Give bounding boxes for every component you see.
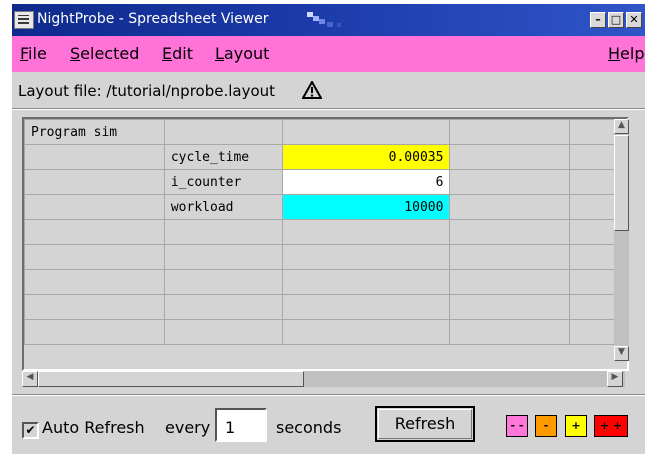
window-title: NightProbe - Spreadsheet Viewer xyxy=(37,11,269,27)
title-bar[interactable]: NightProbe - Spreadsheet Viewer – □ ✕ xyxy=(12,4,645,36)
nightprobe-window: NightProbe - Spreadsheet Viewer – □ ✕ Fi… xyxy=(0,0,645,454)
maximize-button[interactable]: □ xyxy=(608,12,624,28)
menu-help[interactable]: Help xyxy=(608,44,644,63)
table-cell[interactable] xyxy=(24,169,165,195)
app-icon[interactable] xyxy=(14,11,34,29)
table-cell[interactable] xyxy=(449,244,571,270)
scroll-down-button[interactable]: ▼ xyxy=(614,346,629,361)
seconds-label: seconds xyxy=(276,418,342,437)
decrease-more-button[interactable]: - - xyxy=(506,415,528,437)
table-cell[interactable] xyxy=(449,269,571,295)
table-cell[interactable] xyxy=(163,119,283,145)
menu-selected[interactable]: Selected xyxy=(70,44,139,63)
table-cell[interactable] xyxy=(281,269,451,295)
table-cell[interactable] xyxy=(24,244,165,270)
table-cell[interactable] xyxy=(449,319,571,345)
menu-layout-hotkey: L xyxy=(215,44,224,63)
warning-icon xyxy=(302,81,322,99)
increase-button[interactable]: + xyxy=(565,415,587,437)
table-cell[interactable] xyxy=(449,119,571,145)
vertical-scrollbar[interactable]: ▲ ▼ xyxy=(614,119,629,361)
table-cell[interactable] xyxy=(24,144,165,170)
table-cell[interactable] xyxy=(449,219,571,245)
menu-edit[interactable]: Edit xyxy=(162,44,193,63)
table-cell[interactable] xyxy=(281,244,451,270)
menu-help-hotkey: H xyxy=(608,44,621,63)
table-cell[interactable] xyxy=(24,194,165,220)
menu-edit-hotkey: E xyxy=(162,44,173,63)
table-cell[interactable] xyxy=(163,269,283,295)
table-cell[interactable]: workload xyxy=(163,194,283,220)
table-cell[interactable] xyxy=(163,319,283,345)
menu-edit-label: dit xyxy=(172,44,193,63)
menu-layout[interactable]: Layout xyxy=(215,44,269,63)
table-row: cycle_time 0.00035 xyxy=(24,144,627,170)
table-cell[interactable] xyxy=(281,319,451,345)
menu-file-hotkey: F xyxy=(20,44,29,63)
table-cell[interactable] xyxy=(281,294,451,320)
auto-refresh-label: Auto Refresh xyxy=(42,418,145,437)
table-row: i_counter 6 xyxy=(24,169,627,195)
spreadsheet-grid: Program sim cycle_time 0.00035 i_counter 6 wo… xyxy=(22,117,629,371)
menu-bar: File Selected Edit Layout Help xyxy=(12,36,645,72)
separator xyxy=(12,394,645,396)
auto-refresh-checkbox[interactable]: ✔ xyxy=(22,422,39,439)
scroll-up-button[interactable]: ▲ xyxy=(614,119,629,134)
table-cell[interactable]: Program sim xyxy=(24,119,165,145)
table-cell[interactable]: cycle_time xyxy=(163,144,283,170)
menu-file-label: ile xyxy=(28,44,47,63)
table-cell[interactable] xyxy=(163,244,283,270)
separator xyxy=(12,108,645,110)
increase-more-button[interactable]: + + xyxy=(594,415,628,437)
layout-file-label: Layout file: /tutorial/nprobe.layout xyxy=(18,82,276,100)
spreadsheet-table: Program sim cycle_time 0.00035 i_counter 6 wo… xyxy=(24,119,627,345)
menu-file[interactable]: File xyxy=(20,44,47,63)
every-label: every xyxy=(165,418,211,437)
table-cell[interactable] xyxy=(449,144,571,170)
table-row xyxy=(24,269,627,295)
vertical-scroll-thumb[interactable] xyxy=(614,135,629,231)
table-cell[interactable] xyxy=(281,219,451,245)
table-cell[interactable] xyxy=(449,169,571,195)
refresh-controls: ✔ Auto Refresh every 1 seconds Refresh -… xyxy=(12,402,645,454)
table-cell[interactable] xyxy=(281,119,451,145)
table-cell[interactable] xyxy=(449,294,571,320)
table-row: workload 10000 xyxy=(24,194,627,220)
table-cell[interactable] xyxy=(24,219,165,245)
decrease-button[interactable]: - xyxy=(535,415,557,437)
main-panel: Layout file: /tutorial/nprobe.layout Pro… xyxy=(12,72,645,454)
table-cell[interactable]: 10000 xyxy=(281,194,451,220)
scroll-left-button[interactable]: ◀ xyxy=(22,371,38,387)
table-cell[interactable]: 6 xyxy=(281,169,451,195)
refresh-button[interactable]: Refresh xyxy=(375,406,475,442)
table-cell[interactable] xyxy=(163,294,283,320)
horizontal-scroll-thumb[interactable] xyxy=(38,371,304,387)
horizontal-scrollbar[interactable]: ◀ ▶ xyxy=(22,371,625,387)
scroll-right-button[interactable]: ▶ xyxy=(607,371,623,387)
table-cell[interactable] xyxy=(449,194,571,220)
menu-selected-label: elected xyxy=(80,44,140,63)
minimize-button[interactable]: – xyxy=(590,12,606,28)
table-cell[interactable] xyxy=(24,294,165,320)
menu-layout-label: ayout xyxy=(223,44,270,63)
table-row xyxy=(24,219,627,245)
table-row xyxy=(24,244,627,270)
table-row: Program sim xyxy=(24,119,627,145)
menu-selected-hotkey: S xyxy=(70,44,81,63)
table-cell[interactable]: i_counter xyxy=(163,169,283,195)
menu-help-label: elp xyxy=(620,44,645,63)
table-cell[interactable]: 0.00035 xyxy=(281,144,451,170)
table-row xyxy=(24,294,627,320)
table-cell[interactable] xyxy=(24,269,165,295)
table-row xyxy=(24,319,627,345)
table-cell[interactable] xyxy=(24,319,165,345)
table-cell[interactable] xyxy=(163,219,283,245)
title-decoration-icon xyxy=(307,12,341,27)
close-button[interactable]: ✕ xyxy=(626,12,642,28)
seconds-input[interactable]: 1 xyxy=(215,408,267,442)
